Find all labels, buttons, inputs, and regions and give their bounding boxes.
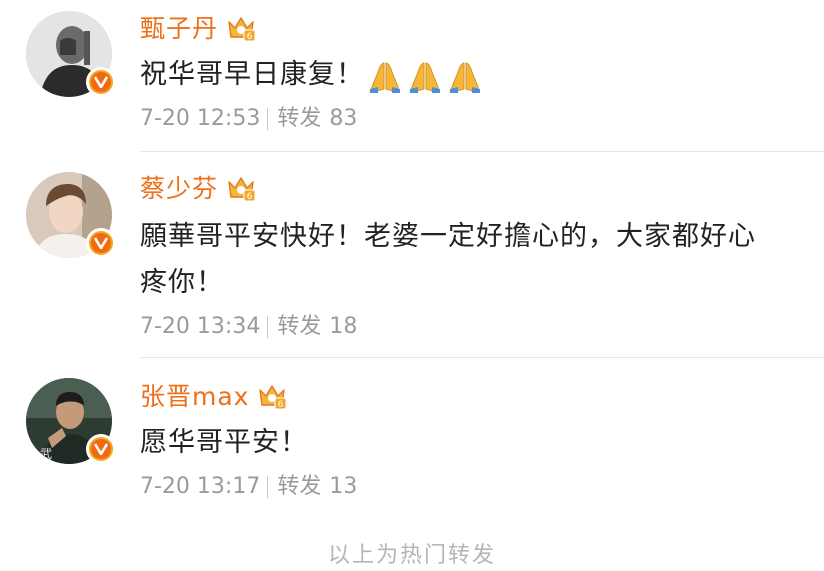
vip-crown-icon[interactable]: 6	[226, 15, 256, 43]
repost-count: 83	[329, 106, 358, 131]
verified-v-icon	[86, 67, 116, 97]
comment-text: 愿华哥平安！	[140, 420, 804, 466]
verified-v-icon	[86, 434, 116, 464]
vip-crown-icon[interactable]: 6	[257, 383, 287, 411]
footer-note: 以上为热门转发	[327, 543, 496, 568]
list-item: 蔡少芬 6 願華哥平安快好！老婆一定好擔心的，大家都好心 疼你！ 7-20 13…	[0, 152, 824, 358]
avatar[interactable]	[26, 172, 116, 258]
timestamp: 7-20 13:17	[140, 474, 261, 499]
svg-text:武: 武	[40, 447, 52, 461]
vip-crown-icon[interactable]: 6	[226, 175, 256, 203]
avatar[interactable]	[26, 11, 116, 97]
timestamp: 7-20 12:53	[140, 106, 261, 131]
repost-count: 13	[329, 474, 358, 499]
username[interactable]: 张晋max	[140, 380, 249, 414]
folded-hands-emoji	[446, 57, 484, 95]
svg-text:6: 6	[278, 400, 284, 410]
svg-text:6: 6	[247, 192, 253, 202]
comment-meta: 7-20 13:17 转发 13	[140, 472, 357, 502]
username[interactable]: 蔡少芬	[140, 172, 218, 206]
avatar[interactable]: 武	[26, 378, 116, 464]
meta-divider	[267, 316, 269, 338]
comment-line: 疼你！	[140, 267, 224, 298]
timestamp: 7-20 13:34	[140, 314, 261, 339]
comment-meta: 7-20 13:34 转发 18	[140, 312, 357, 342]
list-item: 甄子丹 6 祝华哥早日康复！ 7-20 12:53 转发 83	[0, 0, 824, 152]
repost-link[interactable]: 转发	[277, 472, 321, 502]
verified-v-icon	[86, 228, 116, 258]
username[interactable]: 甄子丹	[140, 12, 218, 46]
comment-text: 願華哥平安快好！老婆一定好擔心的，大家都好心 疼你！	[140, 214, 804, 306]
comment-line: 願華哥平安快好！老婆一定好擔心的，大家都好心	[140, 221, 756, 252]
comment-body: 祝华哥早日康复！	[140, 59, 364, 90]
repost-list: 甄子丹 6 祝华哥早日康复！ 7-20 12:53 转发 83 蔡少芬 6 願華…	[0, 0, 824, 568]
comment-body: 愿华哥平安！	[140, 427, 308, 458]
comment-meta: 7-20 12:53 转发 83	[140, 104, 357, 134]
svg-text:6: 6	[247, 32, 253, 42]
folded-hands-emoji	[406, 57, 444, 95]
comment-text: 祝华哥早日康复！	[140, 52, 804, 98]
meta-divider	[267, 108, 269, 130]
list-item: 武 张晋max 6 愿华哥平安！ 7-20 13:17 转发 13	[0, 358, 824, 518]
meta-divider	[267, 476, 269, 498]
repost-link[interactable]: 转发	[277, 312, 321, 342]
repost-link[interactable]: 转发	[277, 104, 321, 134]
repost-count: 18	[329, 314, 358, 339]
folded-hands-emoji	[366, 57, 404, 95]
